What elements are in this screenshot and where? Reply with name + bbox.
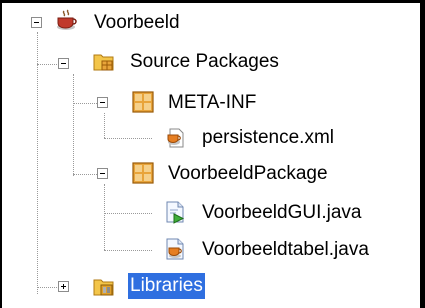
project-tree-panel: Voorbeeld Source Packages META-INF persi… [0, 0, 425, 308]
source-packages-folder-icon [93, 54, 114, 71]
tree-line [37, 32, 38, 294]
collapse-toggle-voorbeeld-package[interactable] [97, 168, 108, 179]
tree-line [73, 74, 74, 176]
panel-border-right [420, 0, 425, 308]
tree-line [104, 184, 105, 250]
tree-line [104, 138, 152, 139]
collapse-toggle-meta-inf[interactable] [97, 97, 108, 108]
tree-node-project-label[interactable]: Voorbeeld [92, 10, 182, 36]
tree-line [73, 103, 97, 104]
tree-line [73, 174, 97, 175]
tree-line [104, 250, 152, 251]
tree-node-source-packages-label[interactable]: Source Packages [128, 49, 281, 75]
tree-line [104, 113, 105, 138]
expand-toggle-libraries[interactable] [58, 281, 69, 292]
tree-line [104, 213, 152, 214]
tree-node-libraries-label[interactable]: Libraries [128, 273, 205, 299]
tree-node-voorbeeldgui-java-label[interactable]: VoorbeeldGUI.java [200, 200, 364, 226]
package-icon [132, 162, 154, 184]
xml-file-icon [167, 128, 184, 148]
tree-node-meta-inf-label[interactable]: META-INF [166, 90, 258, 116]
coffee-cup-project-icon [57, 9, 77, 30]
java-form-file-icon [166, 201, 185, 224]
collapse-toggle-project[interactable] [31, 17, 42, 28]
panel-border-top [0, 0, 425, 3]
collapse-toggle-source-packages[interactable] [58, 58, 69, 69]
java-class-file-icon [166, 238, 184, 260]
tree-node-voorbeeld-package-label[interactable]: VoorbeeldPackage [166, 161, 330, 187]
libraries-folder-icon [93, 279, 114, 296]
tree-node-persistence-xml-label[interactable]: persistence.xml [200, 125, 336, 151]
panel-border-left [0, 0, 2, 308]
tree-node-voorbeeldtabel-java-label[interactable]: Voorbeeldtabel.java [200, 237, 371, 263]
package-icon [132, 91, 154, 113]
